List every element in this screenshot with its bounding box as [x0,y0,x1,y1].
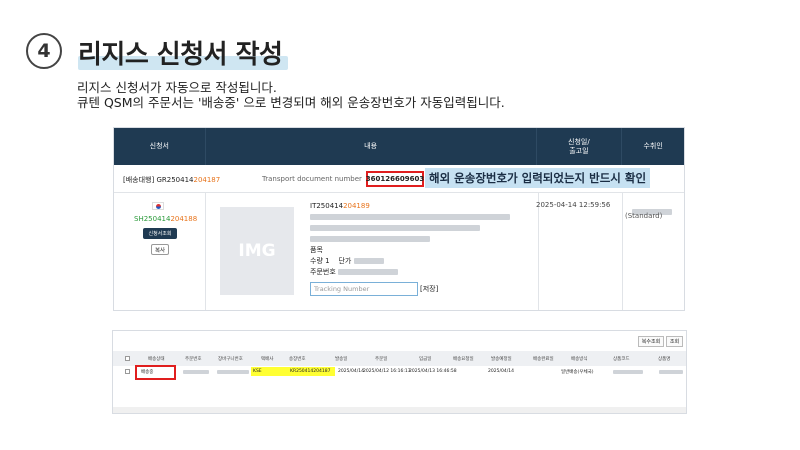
product-info: IT250414204189 품목 수량 1 단가 주문번호 [310,201,510,278]
cell-product-name-blurred [659,367,683,376]
page-title: 리지스 신청서 작성 [78,40,283,70]
cell-invoice: KR250414204187 [289,367,335,376]
col-invoice: 송장번호 [289,356,306,362]
col-order-no: 주문번호 [185,356,202,362]
shipment-column: SH250414204188 신청서조회 복사 [114,193,206,310]
col-complete-date: 배송완료일 [533,356,554,362]
header-recipient: 수취인 [643,142,663,150]
order-number-line: 주문번호 [310,267,510,278]
view-application-button[interactable]: 신청서조회 [143,228,177,239]
callout-annotation: 해외 운송장번호가 입력되었는지 반드시 확인 [425,168,651,188]
cell-expected-ship: 2025/04/14 [488,369,514,374]
order-code[interactable]: [배송대행] GR250414204187 [123,175,220,185]
select-all-checkbox[interactable] [125,356,130,361]
blurred-text [310,214,510,220]
blurred-text [310,236,430,242]
multi-search-button[interactable]: 복수조회 [638,336,664,347]
header-application: 신청서 [114,128,206,165]
korea-flag-icon [152,202,164,210]
shipment-code: SH250414204188 [134,215,198,223]
description-line-1: 리지스 신청서가 자동으로 작성됩니다. [77,80,277,95]
title-block: 리지스 신청서 작성 [78,34,288,71]
col-product-code: 상품코드 [613,356,630,362]
cell-courier: KSE [251,367,289,376]
col-courier: 택배사 [261,356,274,362]
cell-paid-date: 2025/04/13 16:46:58 [409,369,457,374]
item-code: IT250414204189 [310,202,370,210]
col-status: 배송상태 [148,356,165,362]
description: 리지스 신청서가 자동으로 작성됩니다. 큐텐 QSM의 주문서는 '배송중' … [77,80,505,110]
col-ship-date: 발송일 [335,356,348,362]
row-checkbox[interactable] [125,369,130,374]
step-number-badge: 4 [26,33,62,69]
divider [622,193,623,310]
slide: 4 리지스 신청서 작성 리지스 신청서가 자동으로 작성됩니다. 큐텐 QSM… [0,0,800,450]
col-expected-ship: 발송예정일 [491,356,512,362]
tracking-number-input[interactable]: Tracking Number [310,282,418,296]
col-request-date: 배송요청일 [453,356,474,362]
col-method: 배송방식 [571,356,588,362]
col-product-name: 상품명 [658,356,671,362]
cell-order-no-blurred [183,367,209,376]
cell-ship-date: 2025/04/14 [338,369,364,374]
col-paid-date: 입금일 [419,356,432,362]
qsm-table-header: 배송상태 주문번호 장바구니번호 택배사 송장번호 발송일 주문일 입금일 배송… [113,351,686,366]
status-highlight-box [135,365,176,380]
order-row: [배송대행] GR250414204187 Transport document… [114,165,684,193]
table-header: 신청서 내용 신청일/출고일 수취인 [114,128,684,165]
shipment-row: SH250414204188 신청서조회 복사 IMG IT2504142041… [114,193,684,310]
cell-product-code-blurred [613,367,643,376]
recipient-grade: (Standard) [625,212,663,220]
application-date: 2025-04-14 12:59:56 [536,201,611,209]
table-row[interactable]: 배송중 KSE KR250414204187 2025/04/14 2025/0… [113,367,686,376]
item-name-label: 품목 [310,246,323,254]
description-line-2: 큐텐 QSM의 주문서는 '배송중' 으로 변경되며 해외 운송장번호가 자동입… [77,95,505,110]
divider [538,193,539,310]
cell-cart-no-blurred [217,367,249,376]
transport-label: Transport document number [262,175,362,183]
qsm-order-list-screenshot: 복수조회 조회 배송상태 주문번호 장바구니번호 택배사 송장번호 발송일 주문… [112,330,687,414]
application-list-screenshot: 신청서 내용 신청일/출고일 수취인 [배송대행] GR250414204187… [113,127,685,311]
cell-method: 일반배송(우체국) [561,369,594,375]
col-order-date: 주문일 [375,356,388,362]
cell-order-date: 2025/04/12 16:16:13 [363,369,411,374]
col-cart-no: 장바구니번호 [218,356,243,362]
header-content: 내용 [206,128,537,165]
transport-number: 360126609603 [366,171,424,187]
search-button[interactable]: 조회 [666,336,683,347]
copy-button[interactable]: 복사 [151,244,169,255]
header-date: 신청일/출고일 [537,128,623,165]
qty-price-line: 수량 1 단가 [310,256,510,267]
product-image-placeholder: IMG [220,207,294,295]
blurred-text [310,225,480,231]
horizontal-scrollbar[interactable] [113,407,686,413]
save-link[interactable]: [저장] [420,284,438,294]
